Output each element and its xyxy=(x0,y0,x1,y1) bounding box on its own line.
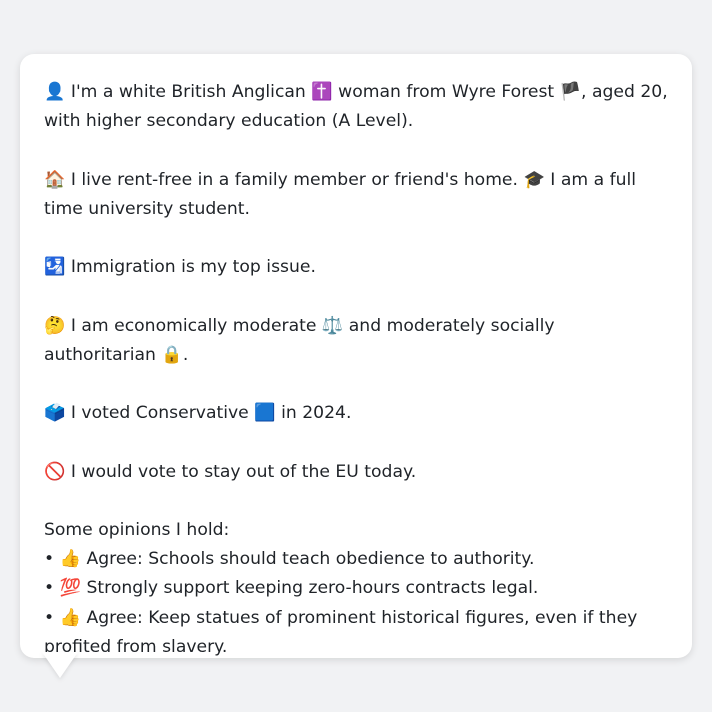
bullet: • xyxy=(44,607,60,628)
issue-line: 🛂 Immigration is my top issue. xyxy=(44,253,668,282)
home-text: I live rent-free in a family member or f… xyxy=(65,169,524,190)
hundred-points-icon: 💯 xyxy=(59,578,82,599)
thumbs-up-icon: 👍 xyxy=(59,607,82,628)
bullet: • xyxy=(44,578,60,599)
person-icon: 👤 xyxy=(44,82,66,102)
blue-square-icon: 🟦 xyxy=(254,403,276,424)
bullet: • xyxy=(44,549,60,570)
identity-text-b: woman from Wyre Forest xyxy=(332,82,560,102)
speech-bubble-tail xyxy=(42,652,78,678)
prohibited-icon: 🚫 xyxy=(44,461,66,482)
cross-icon: ✝️ xyxy=(311,82,333,102)
lock-icon: 🔒 xyxy=(161,344,183,365)
balance-scale-icon: ⚖️ xyxy=(321,315,344,336)
graduation-cap-icon: 🎓 xyxy=(523,169,545,190)
eu-text: I would vote to stay out of the EU today… xyxy=(65,461,417,482)
opinion-item: • 💯 Strongly support keeping zero-hours … xyxy=(44,574,668,603)
opinion-item: • 👍 Agree: Keep statues of prominent his… xyxy=(44,604,668,662)
thumbs-up-icon: 👍 xyxy=(59,549,82,570)
opinions-heading: Some opinions I hold: xyxy=(44,519,230,540)
passport-control-icon: 🛂 xyxy=(44,257,66,278)
opinion-text: Strongly support keeping zero-hours cont… xyxy=(81,578,539,599)
thinking-face-icon: 🤔 xyxy=(44,315,66,336)
ballot-box-icon: 🗳️ xyxy=(44,403,66,424)
eu-line: 🚫 I would vote to stay out of the EU tod… xyxy=(44,458,668,487)
vote-text-b: in 2024. xyxy=(275,403,352,424)
opinion-text: Agree: Schools should teach obedience to… xyxy=(81,549,535,570)
ideology-line: 🤔 I am economically moderate ⚖️ and mode… xyxy=(44,312,668,370)
identity-line: 👤 I'm a white British Anglican ✝️ woman … xyxy=(44,78,668,136)
ideology-text-c: . xyxy=(182,344,189,365)
vote-text-a: I voted Conservative xyxy=(65,403,255,424)
issue-text: Immigration is my top issue. xyxy=(65,257,316,278)
ideology-text-a: I am economically moderate xyxy=(65,315,322,336)
opinion-text: Agree: Keep statues of prominent histori… xyxy=(44,607,638,657)
opinion-item: • 👍 Agree: Schools should teach obedienc… xyxy=(44,545,668,574)
persona-speech-bubble: 👤 I'm a white British Anglican ✝️ woman … xyxy=(20,54,692,658)
identity-text-a: I'm a white British Anglican xyxy=(65,82,312,102)
vote-line: 🗳️ I voted Conservative 🟦 in 2024. xyxy=(44,399,668,428)
house-icon: 🏠 xyxy=(44,169,66,190)
england-flag-icon: 🏴 xyxy=(559,82,582,102)
living-line: 🏠 I live rent-free in a family member or… xyxy=(44,166,668,224)
